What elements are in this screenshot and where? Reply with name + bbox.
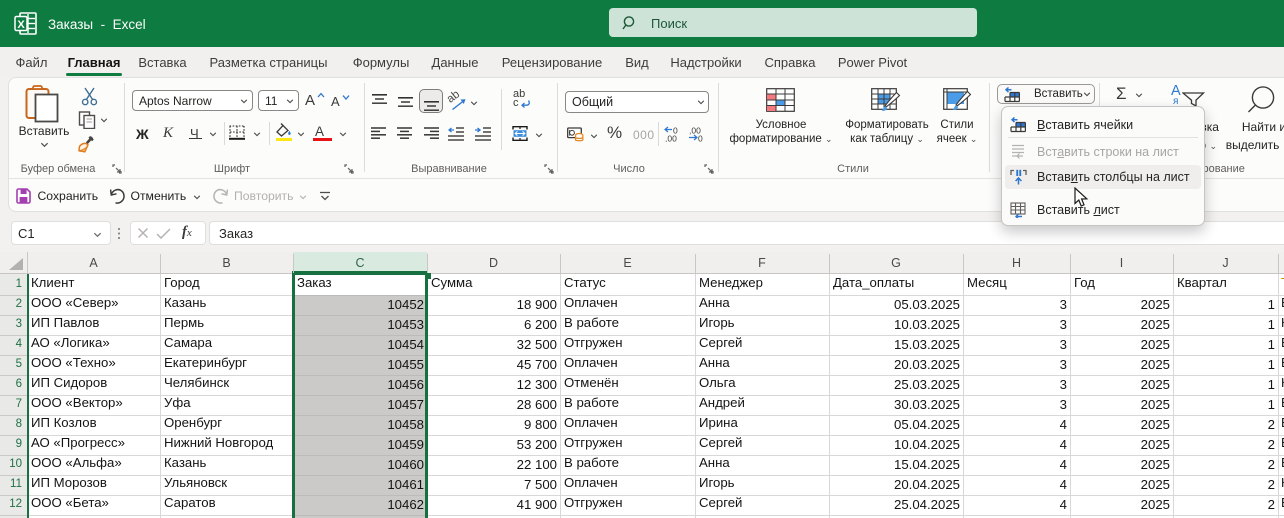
svg-text:,00: ,00 bbox=[665, 134, 677, 143]
svg-text:0: 0 bbox=[698, 134, 703, 143]
svg-text:X: X bbox=[17, 19, 25, 31]
